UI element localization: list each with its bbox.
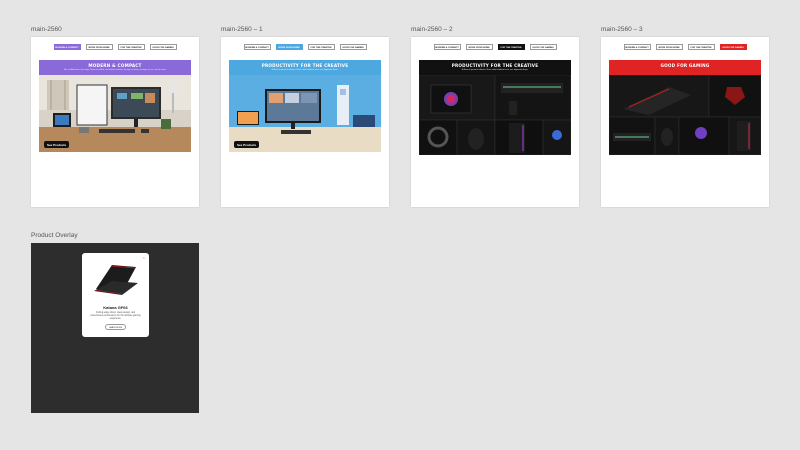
tab-good-for-gaming[interactable]: GOOD FOR GAMING [149,44,177,50]
tab-work-from-home[interactable]: WORK FROM HOME [465,44,493,50]
artboard-label[interactable]: Product Overlay [31,232,78,239]
product-description: Cutting-edge silicon, sleek design, and … [90,312,141,320]
product-name: Katana GF66 [103,305,128,310]
artboard-main-2560-2[interactable]: MODERN & COMPACT WORK FROM HOME FOR THE … [411,37,579,207]
artboard-main-2560[interactable]: MODERN & COMPACT WORK FROM HOME FOR THE … [31,37,199,207]
gaming-collage-photo [419,75,571,155]
tab-work-from-home[interactable]: WORK FROM HOME [655,44,683,50]
hero-subtitle: Nullam at ipsum id ultricies. Nunc vitae… [461,69,529,71]
tab-good-for-gaming[interactable]: GOOD FOR GAMING [719,44,747,50]
learn-more-button[interactable]: LEARN MORE [105,324,126,330]
hero-subtitle: Wer no Adendrum mit uniqui. Gnom at cell… [63,69,167,71]
tab-bar: MODERN & COMPACT WORK FROM HOME FOR THE … [411,44,579,50]
hero-title: GOOD FOR GAMING [660,63,710,68]
artboard-main-2560-3[interactable]: MODERN & COMPACT WORK FROM HOME FOR THE … [601,37,769,207]
artboard-label[interactable]: main-2560 – 1 [221,26,263,33]
tab-bar: MODERN & COMPACT WORK FROM HOME FOR THE … [221,44,389,50]
product-card: × Katana GF66 Cutting-edge silicon, slee… [82,253,149,337]
artboard-label[interactable]: main-2560 – 3 [601,26,643,33]
tab-bar: MODERN & COMPACT WORK FROM HOME FOR THE … [601,44,769,50]
hero-title: PRODUCTIVITY FOR THE CREATIVE [451,63,539,68]
tab-good-for-gaming[interactable]: GOOD FOR GAMING [339,44,367,50]
tab-modern-compact[interactable]: MODERN & COMPACT [243,44,271,50]
tab-bar: MODERN & COMPACT WORK FROM HOME FOR THE … [31,44,199,50]
tab-for-the-creative[interactable]: FOR THE CREATIVE [497,44,525,50]
hero-banner: MODERN & COMPACT Wer no Adendrum mit uni… [39,60,191,75]
see-products-button[interactable]: See Products [44,141,70,148]
hero-photo: See Products [229,75,381,152]
tab-for-the-creative[interactable]: FOR THE CREATIVE [307,44,335,50]
tab-for-the-creative[interactable]: FOR THE CREATIVE [687,44,715,50]
hero-banner: GOOD FOR GAMING [609,60,761,75]
artboard-label[interactable]: main-2560 – 2 [411,26,453,33]
tab-good-for-gaming[interactable]: GOOD FOR GAMING [529,44,557,50]
product-collage [609,75,761,155]
tab-modern-compact[interactable]: MODERN & COMPACT [623,44,651,50]
hero-photo: See Products [39,75,191,152]
tab-for-the-creative[interactable]: FOR THE CREATIVE [117,44,145,50]
hero-subtitle: Nullam at ipsum id ultricies. Nunc vitae… [271,69,339,71]
hero-banner: PRODUCTIVITY FOR THE CREATIVE Nullam at … [229,60,381,75]
tab-work-from-home[interactable]: WORK FROM HOME [275,44,303,50]
laptop-image [94,265,138,295]
artboard-product-overlay[interactable]: × Katana GF66 Cutting-edge silicon, slee… [31,243,199,413]
hero-title: MODERN & COMPACT [88,63,142,68]
hero-title: PRODUCTIVITY FOR THE CREATIVE [261,63,349,68]
tab-modern-compact[interactable]: MODERN & COMPACT [433,44,461,50]
product-collage [419,75,571,155]
tab-modern-compact[interactable]: MODERN & COMPACT [53,44,81,50]
hero-banner: PRODUCTIVITY FOR THE CREATIVE Nullam at … [419,60,571,75]
gaming-gear-collage-photo [609,75,761,155]
see-products-button[interactable]: See Products [234,141,260,148]
artboard-label[interactable]: main-2560 [31,26,62,33]
tab-work-from-home[interactable]: WORK FROM HOME [85,44,113,50]
artboard-main-2560-1[interactable]: MODERN & COMPACT WORK FROM HOME FOR THE … [221,37,389,207]
